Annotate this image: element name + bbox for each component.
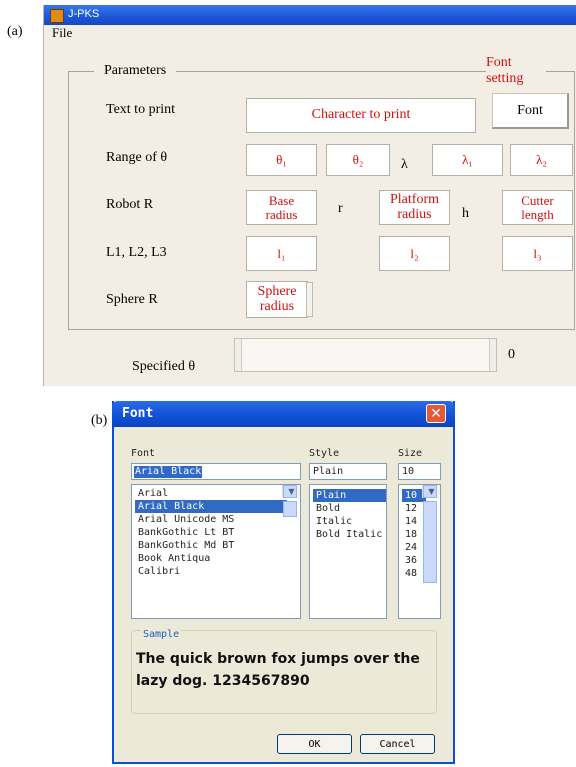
sphere-radius-scrollbar[interactable] [306,282,313,317]
l2-field[interactable]: l₂ [379,236,450,271]
font-list-item[interactable]: BankGothic Lt BT [135,526,287,539]
menu-file[interactable]: File [52,25,72,41]
lambda2-field[interactable]: λ₂ [510,144,573,176]
font-name-value: Arial Black [134,466,203,478]
sample-label: Sample [141,629,182,640]
l3-field[interactable]: l₃ [502,236,573,271]
slider-right-arrow[interactable] [489,339,496,371]
style-list-item[interactable]: Bold [313,502,386,515]
cutter-length-field[interactable]: Cutter length [502,190,573,225]
font-list-item[interactable]: Arial Unicode MS [135,513,287,526]
chevron-down-icon[interactable]: ▼ [423,485,437,498]
figure-label-b: (b) [91,413,108,428]
close-button[interactable]: ✕ [426,404,446,423]
sphere-radius-field[interactable]: Sphere radius [246,281,308,318]
style-header: Style [309,448,340,459]
dialog-title-bar[interactable]: Font ✕ [112,401,455,427]
menu-bar: File [44,25,576,41]
h-label: h [462,206,469,221]
font-setting-label: Font setting [486,55,546,88]
label-l123: L1, L2, L3 [106,245,167,260]
font-list-scrollbar[interactable]: ▲ ▼ [282,485,300,517]
scroll-thumb[interactable] [283,501,297,517]
slider-value: 0 [508,347,515,362]
sample-text: The quick brown fox jumps over the lazy … [136,651,420,689]
window-title: J-PKS [68,8,100,20]
title-bar[interactable]: J-PKS [44,5,576,25]
style-list-item[interactable]: Bold Italic [313,528,386,541]
slider-left-arrow[interactable] [235,339,242,371]
label-sphere-r: Sphere R [106,292,158,307]
font-header: Font [131,448,156,459]
character-to-print-field[interactable]: Character to print [246,98,476,133]
close-icon: ✕ [430,405,442,422]
ok-button[interactable]: OK [277,734,352,754]
label-range-theta: Range of θ [106,150,168,165]
label-robot-r: Robot R [106,197,154,212]
theta-slider[interactable] [234,338,497,372]
font-list-item[interactable]: Calibri [135,565,287,578]
font-list-item[interactable]: Arial Black [135,500,287,513]
pks-main-window: J-PKS File Parameters Font setting Text … [43,5,576,386]
style-list[interactable]: Plain Bold Italic Bold Italic [309,484,387,619]
platform-radius-field[interactable]: Platform radius [379,190,450,225]
base-radius-field[interactable]: Base radius [246,190,317,225]
label-text-to-print: Text to print [106,102,176,117]
specified-theta-label: Specified θ [132,359,196,374]
font-list-item[interactable]: Arial [135,487,287,500]
theta2-field[interactable]: θ₂ [326,144,390,176]
style-input[interactable]: Plain [309,463,387,480]
font-button[interactable]: Font [492,93,569,129]
style-list-item[interactable]: Plain [313,489,386,502]
figure-label-a: (a) [7,24,23,39]
style-value: Plain [313,466,344,477]
theta1-field[interactable]: θ₁ [246,144,317,176]
scroll-thumb[interactable] [423,501,437,583]
size-value: 10 [402,466,415,477]
size-input[interactable]: 10 [398,463,441,480]
size-header: Size [398,448,423,459]
size-list[interactable]: 10121418243648 ▲ ▼ [398,484,441,619]
r-label: r [338,201,343,216]
font-list-item[interactable]: Book Antiqua [135,552,287,565]
app-icon [50,9,64,23]
lambda-label: λ [401,157,408,172]
cancel-button[interactable]: Cancel [360,734,435,754]
font-list[interactable]: Arial Arial Black Arial Unicode MS BankGoth… [131,484,301,619]
dialog-title: Font [122,406,154,421]
chevron-down-icon[interactable]: ▼ [283,485,297,498]
font-list-item[interactable]: BankGothic Md BT [135,539,287,552]
lambda1-field[interactable]: λ₁ [432,144,503,176]
l1-field[interactable]: l₁ [246,236,317,271]
font-name-input[interactable]: Arial Black [131,463,301,480]
parameters-title: Parameters [94,63,177,79]
style-list-item[interactable]: Italic [313,515,386,528]
size-list-scrollbar[interactable]: ▲ ▼ [422,485,440,583]
